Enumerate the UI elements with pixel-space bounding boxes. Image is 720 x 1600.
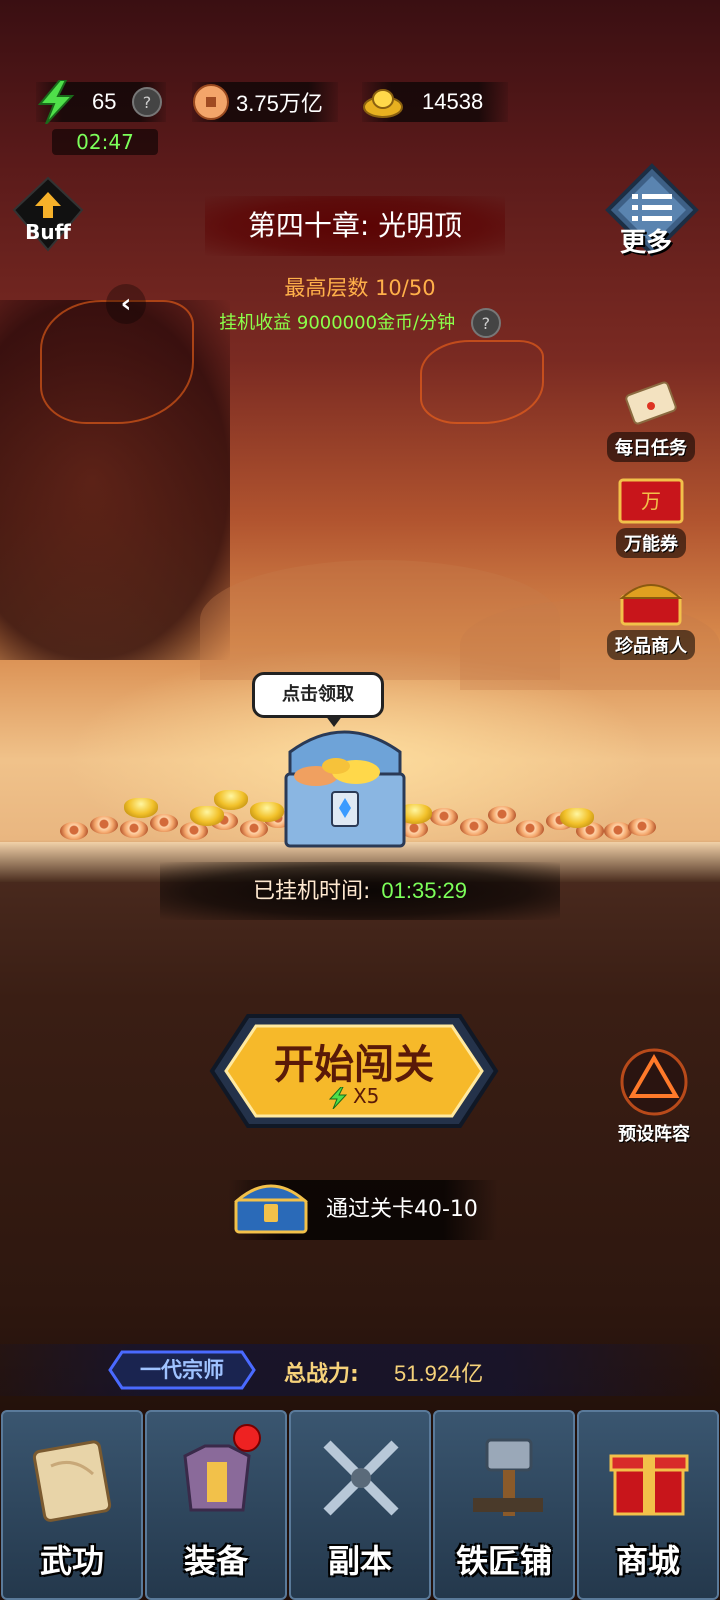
- lava-crack: [420, 340, 544, 424]
- coin: [430, 808, 458, 826]
- crossed-swords-icon: [323, 1440, 399, 1516]
- start-challenge-button[interactable]: 开始闯关 X5: [208, 1012, 500, 1130]
- preset-lineup-label: 预设阵容: [618, 1124, 690, 1145]
- nav-tab-equipment[interactable]: 装备: [145, 1410, 287, 1600]
- start-cost: X5: [208, 1084, 500, 1109]
- coin: [488, 806, 516, 824]
- scroll-icon: [32, 1440, 112, 1522]
- gold-value: 14538: [422, 89, 484, 114]
- nav-label-martial-arts: 武功: [39, 1542, 104, 1580]
- gold-ingot: [214, 790, 248, 810]
- buff-button[interactable]: Buff: [10, 176, 86, 254]
- claim-bubble[interactable]: 点击领取: [252, 672, 384, 727]
- treasure-merchant-button[interactable]: 珍品商人: [598, 578, 704, 662]
- coin: [460, 818, 488, 836]
- start-cost-value: X5: [352, 1084, 380, 1108]
- stage-reward-label: 通过关卡40-10: [326, 1197, 478, 1222]
- notification-dot: [233, 1424, 261, 1452]
- scroll-icon: [625, 381, 677, 425]
- treasure-merchant-label: 珍品商人: [607, 630, 695, 660]
- idle-time-banner: 已挂机时间: 01:35:29: [160, 862, 560, 920]
- idle-time-value: 01:35:29: [381, 878, 468, 903]
- nav-label-blacksmith: 铁匠铺: [455, 1542, 552, 1580]
- up-arrow-icon: [35, 192, 61, 218]
- chapter-title: 第四十章: 光明顶: [205, 196, 505, 256]
- nav-tab-shop[interactable]: 商城: [577, 1410, 719, 1600]
- energy-timer: 02:47: [52, 129, 158, 155]
- nav-label-equipment: 装备: [183, 1542, 248, 1580]
- reward-chest-icon: [233, 1184, 309, 1234]
- idle-time-label: 已挂机时间:: [252, 879, 371, 904]
- power-bar: 一代宗师 总战力: 51.924亿: [0, 1344, 720, 1396]
- stage-reward-banner[interactable]: 通过关卡40-10: [228, 1180, 498, 1240]
- nav-tab-martial-arts[interactable]: 武功: [1, 1410, 143, 1600]
- nav-tab-blacksmith[interactable]: 铁匠铺: [433, 1410, 575, 1600]
- coin: [90, 816, 118, 834]
- copper-value: 3.75万亿: [236, 91, 323, 116]
- menu-icon: [632, 194, 672, 221]
- more-button[interactable]: 更多: [604, 162, 700, 262]
- coin: [628, 818, 656, 836]
- gold-ingot-icon: [363, 89, 403, 118]
- preset-lineup-button[interactable]: 预设阵容: [606, 1046, 702, 1145]
- voucher-label: 万能券: [616, 528, 686, 558]
- gold-resource[interactable]: 14538: [362, 82, 508, 122]
- idle-help-icon[interactable]: ?: [470, 308, 501, 338]
- gift-box-icon: [609, 1454, 689, 1516]
- nav-label-dungeon: 副本: [327, 1542, 392, 1580]
- nav-label-shop: 商城: [615, 1542, 680, 1580]
- buff-label: Buff: [25, 220, 71, 244]
- power-label: 总战力:: [284, 1362, 359, 1387]
- copper-resource[interactable]: 3.75万亿: [192, 82, 338, 122]
- daily-tasks-label: 每日任务: [607, 432, 695, 462]
- gold-ingot: [190, 806, 224, 826]
- gold-ingot: [560, 808, 594, 828]
- energy-help-icon[interactable]: ?: [132, 87, 162, 117]
- gold-ingot: [124, 798, 158, 818]
- more-label: 更多: [620, 228, 673, 258]
- voucher-icon: 万: [618, 478, 684, 524]
- coin: [150, 814, 178, 832]
- voucher-glyph: 万: [641, 489, 661, 513]
- lightning-icon: [328, 1086, 347, 1109]
- daily-tasks-button[interactable]: 每日任务: [598, 378, 704, 462]
- nav-tab-dungeon[interactable]: 副本: [289, 1410, 431, 1600]
- start-button-label: 开始闯关: [274, 1041, 434, 1088]
- treasure-box-icon: [619, 584, 683, 626]
- back-chevron-icon[interactable]: ‹: [106, 284, 146, 324]
- energy-resource[interactable]: 65 ?: [36, 80, 166, 124]
- idle-income-text: 挂机收益 9000000金币/分钟: [219, 312, 456, 334]
- coin: [516, 820, 544, 838]
- power-value: 51.924亿: [394, 1361, 484, 1386]
- rank-label: 一代宗师: [140, 1358, 224, 1382]
- coin: [120, 820, 148, 838]
- bottom-nav: 武功 装备 副本 铁匠铺 商城: [0, 1410, 720, 1600]
- lineup-icon: [620, 1048, 688, 1116]
- coin: [60, 822, 88, 840]
- hammer-icon: [473, 1438, 543, 1516]
- rank-badge[interactable]: 一代宗师: [108, 1350, 256, 1390]
- treasure-chest-icon[interactable]: [276, 722, 412, 852]
- energy-value: 65: [92, 89, 117, 114]
- voucher-button[interactable]: 万 万能券: [598, 478, 704, 562]
- coin: [240, 820, 268, 838]
- copper-coin-icon: [193, 84, 229, 120]
- lightning-icon: [37, 80, 75, 124]
